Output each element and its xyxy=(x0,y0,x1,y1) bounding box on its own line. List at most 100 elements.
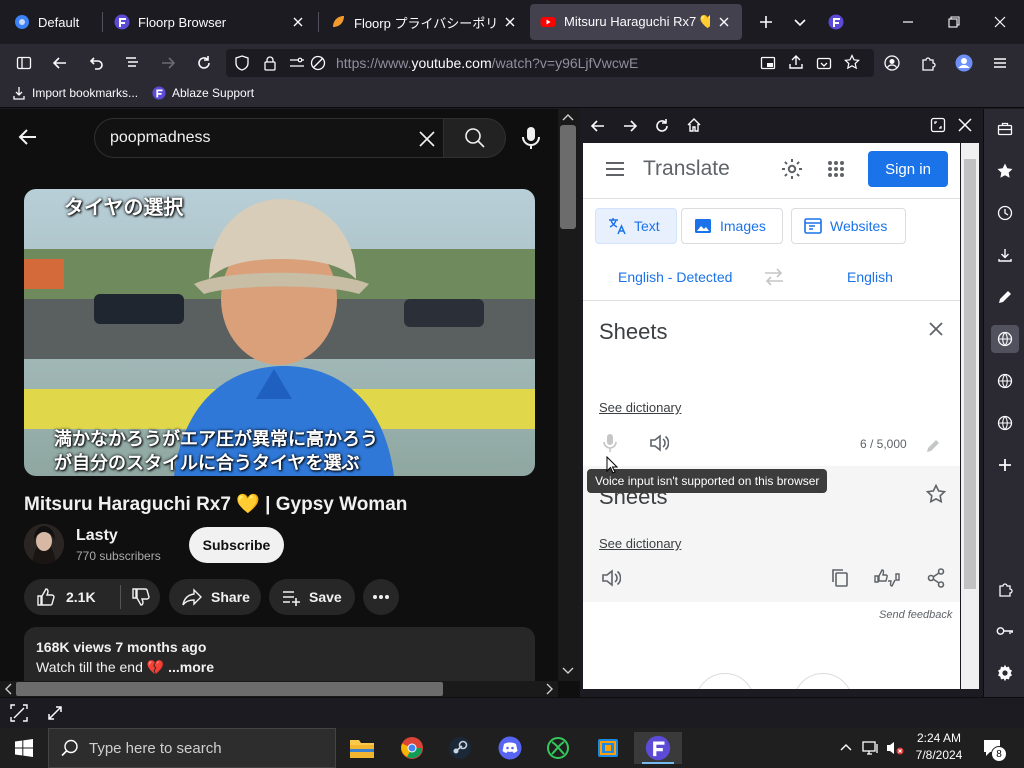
close-icon[interactable] xyxy=(958,118,972,132)
clear-source-text-icon[interactable] xyxy=(928,321,944,337)
shield-icon[interactable] xyxy=(234,55,250,71)
sidebar-item-web-panel-2[interactable] xyxy=(991,367,1019,395)
taskbar-discord[interactable] xyxy=(490,732,530,764)
minimize-button[interactable] xyxy=(894,8,922,36)
star-icon[interactable] xyxy=(844,54,860,70)
clear-search-icon[interactable] xyxy=(417,129,437,149)
picture-in-picture-icon[interactable] xyxy=(760,55,776,71)
scroll-left-icon[interactable] xyxy=(4,683,12,695)
speaker-icon[interactable] xyxy=(601,569,621,587)
arrow-right-icon[interactable] xyxy=(622,118,638,134)
sidebar-item-bookmarks[interactable] xyxy=(991,157,1019,185)
taskbar-floorp-active[interactable] xyxy=(634,732,682,764)
sidebar-extensions-button[interactable] xyxy=(991,575,1019,603)
screenshot-icon[interactable] xyxy=(10,704,28,722)
voice-search-button[interactable] xyxy=(520,126,542,150)
sidebar-passwords-button[interactable] xyxy=(991,617,1019,645)
share-button[interactable]: Share xyxy=(169,579,261,615)
saved-button[interactable] xyxy=(793,673,853,689)
channel-name[interactable]: Lasty xyxy=(76,527,118,545)
tray-chevron-up-icon[interactable] xyxy=(840,742,852,752)
show-more-link[interactable]: ...more xyxy=(168,659,214,675)
swap-languages-icon[interactable] xyxy=(763,268,785,286)
account-button[interactable] xyxy=(878,49,906,77)
undo-close-tab-button[interactable] xyxy=(82,49,110,77)
sidebar-settings-button[interactable] xyxy=(991,659,1019,687)
vertical-scrollbar-thumb[interactable] xyxy=(560,125,576,229)
taskbar-file-explorer[interactable] xyxy=(342,732,382,764)
hamburger-icon[interactable] xyxy=(605,161,625,177)
star-icon[interactable] xyxy=(926,484,946,504)
clock[interactable]: 2:24 AM 7/8/2024 xyxy=(910,731,968,762)
scroll-up-icon[interactable] xyxy=(562,113,574,121)
sidebar-add-panel-button[interactable] xyxy=(991,451,1019,479)
see-dictionary-output-link[interactable]: See dictionary xyxy=(599,536,681,551)
close-tab-icon[interactable] xyxy=(290,14,306,30)
notification-center-button[interactable]: 8 xyxy=(982,738,1007,762)
sidebar-item-notes[interactable] xyxy=(991,283,1019,311)
reload-button[interactable] xyxy=(190,49,218,77)
taskbar-chrome[interactable] xyxy=(392,732,432,764)
source-language-button[interactable]: English - Detected xyxy=(618,269,732,285)
panel-scrollbar-thumb[interactable] xyxy=(964,159,976,589)
taskbar-steam[interactable] xyxy=(440,732,480,764)
sidebar-item-downloads[interactable] xyxy=(991,241,1019,269)
taskbar-app-orange[interactable] xyxy=(588,732,628,764)
expand-icon[interactable] xyxy=(930,117,946,133)
reload-icon[interactable] xyxy=(654,118,670,134)
restore-button[interactable] xyxy=(940,8,968,36)
dislike-button[interactable] xyxy=(122,579,160,615)
share-icon[interactable] xyxy=(788,54,804,70)
scroll-down-icon[interactable] xyxy=(562,667,574,675)
extensions-button[interactable] xyxy=(914,49,942,77)
horizontal-scrollbar-thumb[interactable] xyxy=(16,682,443,696)
profile-button[interactable] xyxy=(950,49,978,77)
forward-button[interactable] xyxy=(154,49,182,77)
scroll-right-icon[interactable] xyxy=(546,683,554,695)
subscribe-button[interactable]: Subscribe xyxy=(189,527,284,563)
gear-icon[interactable] xyxy=(781,158,803,180)
back-button[interactable] xyxy=(16,125,40,149)
tab-images[interactable]: Images xyxy=(681,208,783,244)
arrow-left-icon[interactable] xyxy=(590,118,606,134)
search-button[interactable] xyxy=(444,118,506,158)
target-language-button[interactable]: English xyxy=(847,269,893,285)
search-input[interactable]: poopmadness xyxy=(94,118,444,158)
close-tab-icon[interactable] xyxy=(716,14,732,30)
volume-muted-icon[interactable] xyxy=(886,740,904,756)
tab-default[interactable]: Default xyxy=(4,4,100,40)
floorp-menu-button[interactable] xyxy=(822,8,850,36)
new-tab-button[interactable] xyxy=(752,8,780,36)
speaker-icon[interactable] xyxy=(649,434,669,452)
save-button[interactable]: Save xyxy=(269,579,355,615)
tab-floorp-privacy[interactable]: Floorp プライバシーポリシー xyxy=(320,4,528,40)
app-menu-button[interactable] xyxy=(986,49,1014,77)
rate-translation-icon[interactable] xyxy=(874,568,900,588)
sidebar-toggle-button[interactable] xyxy=(10,49,38,77)
see-dictionary-link[interactable]: See dictionary xyxy=(599,400,681,415)
sign-in-button[interactable]: Sign in xyxy=(868,151,948,187)
send-feedback-link[interactable]: Send feedback xyxy=(879,609,952,621)
tab-youtube[interactable]: Mitsuru Haraguchi Rx7 💛 | G xyxy=(530,4,742,40)
channel-avatar[interactable] xyxy=(24,524,64,564)
start-button[interactable] xyxy=(4,732,44,764)
microphone-icon[interactable] xyxy=(603,433,617,453)
copy-icon[interactable] xyxy=(831,568,849,588)
permissions-icon[interactable] xyxy=(288,55,306,71)
taskbar-search-input[interactable]: Type here to search xyxy=(48,728,336,768)
sidebar-item-briefcase[interactable] xyxy=(991,115,1019,143)
like-button[interactable]: 2.1K xyxy=(24,579,120,615)
history-button[interactable] xyxy=(695,673,755,689)
bookmark-ablaze-support[interactable]: Ablaze Support xyxy=(152,86,254,100)
resize-diagonal-icon[interactable] xyxy=(46,704,64,722)
video-player[interactable]: タイヤの選択 満かなかろうがエア圧が異常に高かろう が自分のスタイルに合うタイヤ… xyxy=(24,189,535,476)
url-bar[interactable]: https://www.youtube.com/watch?v=y96LjfVw… xyxy=(226,49,874,77)
sidebar-item-web-panel-active[interactable] xyxy=(991,325,1019,353)
sidebar-item-history[interactable] xyxy=(991,199,1019,227)
sidebar-item-web-panel-3[interactable] xyxy=(991,409,1019,437)
taskbar-xbox-app[interactable] xyxy=(538,732,578,764)
autoplay-blocked-icon[interactable] xyxy=(310,55,326,71)
apps-grid-icon[interactable] xyxy=(827,160,845,178)
url-text[interactable]: https://www.youtube.com/watch?v=y96LjfVw… xyxy=(336,55,638,71)
network-icon[interactable] xyxy=(862,740,880,756)
